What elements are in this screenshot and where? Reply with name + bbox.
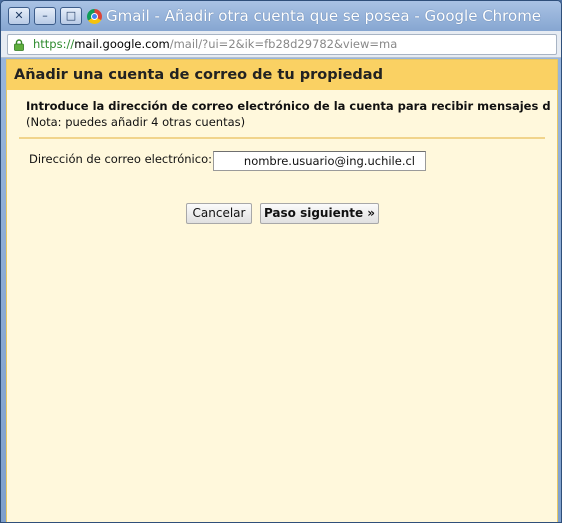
- minimize-icon: –: [42, 9, 48, 22]
- url-field[interactable]: https://mail.google.com/mail/?ui=2&ik=fb…: [7, 34, 557, 55]
- url-path: /mail/?ui=2&ik=fb28d29782&view=ma: [169, 37, 398, 51]
- url-scheme: https://: [33, 37, 75, 51]
- email-label: Dirección de correo electrónico:: [29, 152, 212, 166]
- close-window-button[interactable]: ✕: [8, 7, 30, 25]
- intro-text: Introduce la dirección de correo electró…: [26, 99, 551, 113]
- chrome-logo-icon: [87, 9, 102, 24]
- minimize-window-button[interactable]: –: [34, 7, 56, 25]
- dialog-title: Añadir una cuenta de correo de tu propie…: [14, 67, 383, 83]
- panel-bottom-edge: [6, 514, 558, 522]
- browser-window: ✕ – □ Gmail - Añadir otra cuenta que se …: [0, 0, 562, 523]
- url-text: https://mail.google.com/mail/?ui=2&ik=fb…: [33, 37, 397, 51]
- maximize-window-button[interactable]: □: [60, 7, 82, 25]
- window-title: Gmail - Añadir otra cuenta que se posea …: [106, 7, 542, 25]
- note-text: (Nota: puedes añadir 4 otras cuentas): [26, 115, 246, 129]
- cancel-button[interactable]: Cancelar: [186, 203, 252, 224]
- next-step-button[interactable]: Paso siguiente »: [260, 203, 379, 224]
- email-field[interactable]: [213, 151, 426, 171]
- close-icon: ✕: [14, 9, 24, 22]
- maximize-icon: □: [65, 9, 77, 22]
- title-bar[interactable]: ✕ – □ Gmail - Añadir otra cuenta que se …: [1, 1, 561, 31]
- divider: [19, 137, 545, 139]
- url-host: mail.google.com: [74, 37, 170, 51]
- lock-icon: [14, 39, 24, 51]
- address-bar: https://mail.google.com/mail/?ui=2&ik=fb…: [1, 31, 561, 58]
- dialog-header: Añadir una cuenta de correo de tu propie…: [7, 60, 557, 90]
- dialog-panel: Añadir una cuenta de correo de tu propie…: [6, 59, 558, 516]
